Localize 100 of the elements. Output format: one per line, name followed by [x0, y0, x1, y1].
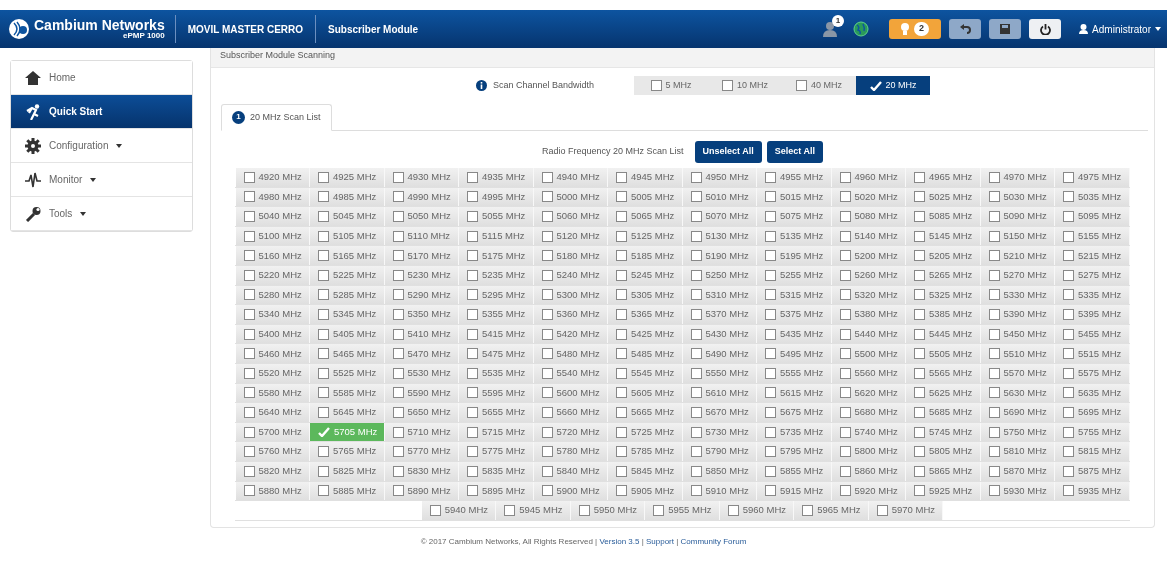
checkbox[interactable]: [1063, 367, 1074, 379]
checkbox[interactable]: [616, 191, 627, 203]
frequency-option[interactable]: 4920 MHz: [235, 168, 310, 187]
checkbox[interactable]: [541, 367, 553, 379]
checkbox[interactable]: [839, 406, 851, 418]
frequency-option[interactable]: 5805 MHz: [906, 442, 981, 461]
checkbox[interactable]: [243, 308, 255, 320]
checkbox[interactable]: [318, 328, 329, 340]
checkbox[interactable]: [616, 308, 627, 320]
checkbox[interactable]: [914, 250, 925, 262]
checkbox[interactable]: [243, 230, 255, 242]
checkbox[interactable]: [765, 308, 776, 320]
frequency-option[interactable]: 4955 MHz: [757, 168, 832, 187]
checkbox[interactable]: [988, 406, 1000, 418]
checkbox[interactable]: [765, 485, 776, 497]
checkbox[interactable]: [541, 191, 553, 203]
scan-list-tab[interactable]: 1 20 MHz Scan List: [221, 103, 332, 131]
frequency-option[interactable]: 5055 MHz: [459, 207, 534, 226]
checkbox[interactable]: [243, 406, 255, 418]
frequency-option[interactable]: 5480 MHz: [533, 344, 608, 363]
checkbox[interactable]: [690, 426, 702, 438]
checkbox[interactable]: [988, 211, 1000, 222]
checkbox[interactable]: [690, 387, 702, 399]
checkbox[interactable]: [1063, 211, 1074, 222]
frequency-option[interactable]: 5640 MHz: [235, 403, 310, 422]
checkbox[interactable]: [541, 211, 553, 222]
checkbox[interactable]: [914, 367, 925, 379]
checkbox[interactable]: [653, 504, 665, 516]
frequency-option[interactable]: 5165 MHz: [310, 246, 385, 265]
checkbox[interactable]: [690, 269, 702, 281]
checkbox[interactable]: [914, 485, 925, 497]
frequency-option[interactable]: 5380 MHz: [831, 305, 906, 324]
checkbox[interactable]: [392, 269, 404, 281]
checkbox[interactable]: [988, 485, 1000, 497]
checkbox[interactable]: [914, 426, 925, 438]
checkbox[interactable]: [318, 406, 329, 418]
checkbox[interactable]: [1063, 308, 1074, 320]
checkbox[interactable]: [616, 426, 627, 438]
checkbox[interactable]: [243, 348, 255, 360]
checkbox[interactable]: [690, 308, 702, 320]
checkbox[interactable]: [839, 387, 851, 399]
checkbox[interactable]: [914, 465, 925, 477]
checkbox[interactable]: [616, 328, 627, 340]
checkbox[interactable]: [318, 171, 329, 183]
checkbox[interactable]: [541, 328, 553, 340]
checkbox[interactable]: [765, 289, 776, 301]
bandwidth-option[interactable]: 40 MHz: [782, 76, 857, 95]
frequency-option[interactable]: 4970 MHz: [980, 168, 1055, 187]
frequency-option[interactable]: 5665 MHz: [608, 403, 683, 422]
frequency-option[interactable]: 4960 MHz: [831, 168, 906, 187]
frequency-option[interactable]: 5965 MHz: [794, 501, 869, 520]
checkbox[interactable]: [690, 406, 702, 418]
frequency-option[interactable]: 5075 MHz: [757, 207, 832, 226]
frequency-option[interactable]: 5790 MHz: [682, 442, 757, 461]
checkbox[interactable]: [318, 367, 329, 379]
checkbox[interactable]: [392, 230, 404, 242]
frequency-option[interactable]: 5085 MHz: [906, 207, 981, 226]
frequency-option[interactable]: 5090 MHz: [980, 207, 1055, 226]
checkbox[interactable]: [839, 328, 851, 340]
checkbox[interactable]: [988, 426, 1000, 438]
checkbox[interactable]: [616, 289, 627, 301]
frequency-option[interactable]: 5375 MHz: [757, 305, 832, 324]
frequency-option[interactable]: 4935 MHz: [459, 168, 534, 187]
frequency-option[interactable]: 5385 MHz: [906, 305, 981, 324]
checkbox[interactable]: [243, 250, 255, 262]
checkbox[interactable]: [988, 171, 1000, 183]
user-menu[interactable]: Administrator: [1079, 21, 1161, 37]
frequency-option[interactable]: 5940 MHz: [421, 501, 497, 520]
checkbox[interactable]: [467, 328, 478, 340]
frequency-option[interactable]: 4965 MHz: [906, 168, 981, 187]
checkbox[interactable]: [765, 446, 776, 458]
frequency-option[interactable]: 5960 MHz: [719, 501, 795, 520]
checkbox[interactable]: [616, 171, 627, 183]
checkbox[interactable]: [914, 308, 925, 320]
checkbox[interactable]: [988, 387, 1000, 399]
checkbox[interactable]: [243, 465, 255, 477]
checkbox[interactable]: [690, 171, 702, 183]
checkbox[interactable]: [541, 250, 553, 262]
frequency-option[interactable]: 5360 MHz: [533, 305, 608, 324]
frequency-option[interactable]: 5345 MHz: [310, 305, 385, 324]
checkbox[interactable]: [765, 328, 776, 340]
checkbox[interactable]: [318, 211, 329, 222]
frequency-option[interactable]: 5350 MHz: [384, 305, 459, 324]
checkbox[interactable]: [616, 269, 627, 281]
frequency-option[interactable]: 5780 MHz: [533, 442, 608, 461]
checkbox[interactable]: [318, 308, 329, 320]
checkbox[interactable]: [541, 426, 553, 438]
checkbox[interactable]: [467, 426, 478, 438]
checkbox[interactable]: [765, 465, 776, 477]
checkbox[interactable]: [1063, 348, 1074, 360]
checkbox[interactable]: [392, 171, 404, 183]
frequency-option[interactable]: 4950 MHz: [682, 168, 757, 187]
checkbox[interactable]: [765, 387, 776, 399]
checkbox[interactable]: [616, 348, 627, 360]
bandwidth-option[interactable]: 5 MHz: [634, 76, 709, 95]
checkbox[interactable]: [318, 289, 329, 301]
checkbox[interactable]: [914, 191, 925, 203]
checkbox[interactable]: [839, 230, 851, 242]
unselect-all-button[interactable]: Unselect All: [694, 141, 762, 163]
checkbox[interactable]: [467, 289, 478, 301]
